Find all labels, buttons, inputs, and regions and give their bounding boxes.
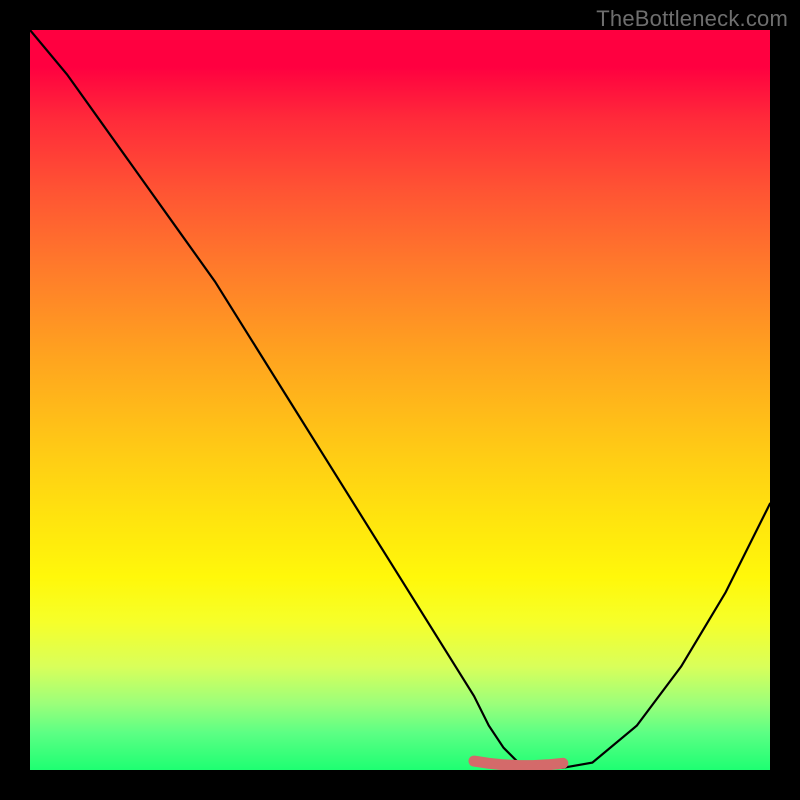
bottleneck-curve bbox=[30, 30, 770, 769]
curve-layer bbox=[30, 30, 770, 770]
plot-area bbox=[30, 30, 770, 770]
chart-frame: TheBottleneck.com bbox=[0, 0, 800, 800]
highlight-segment bbox=[474, 761, 563, 766]
watermark-text: TheBottleneck.com bbox=[596, 6, 788, 32]
